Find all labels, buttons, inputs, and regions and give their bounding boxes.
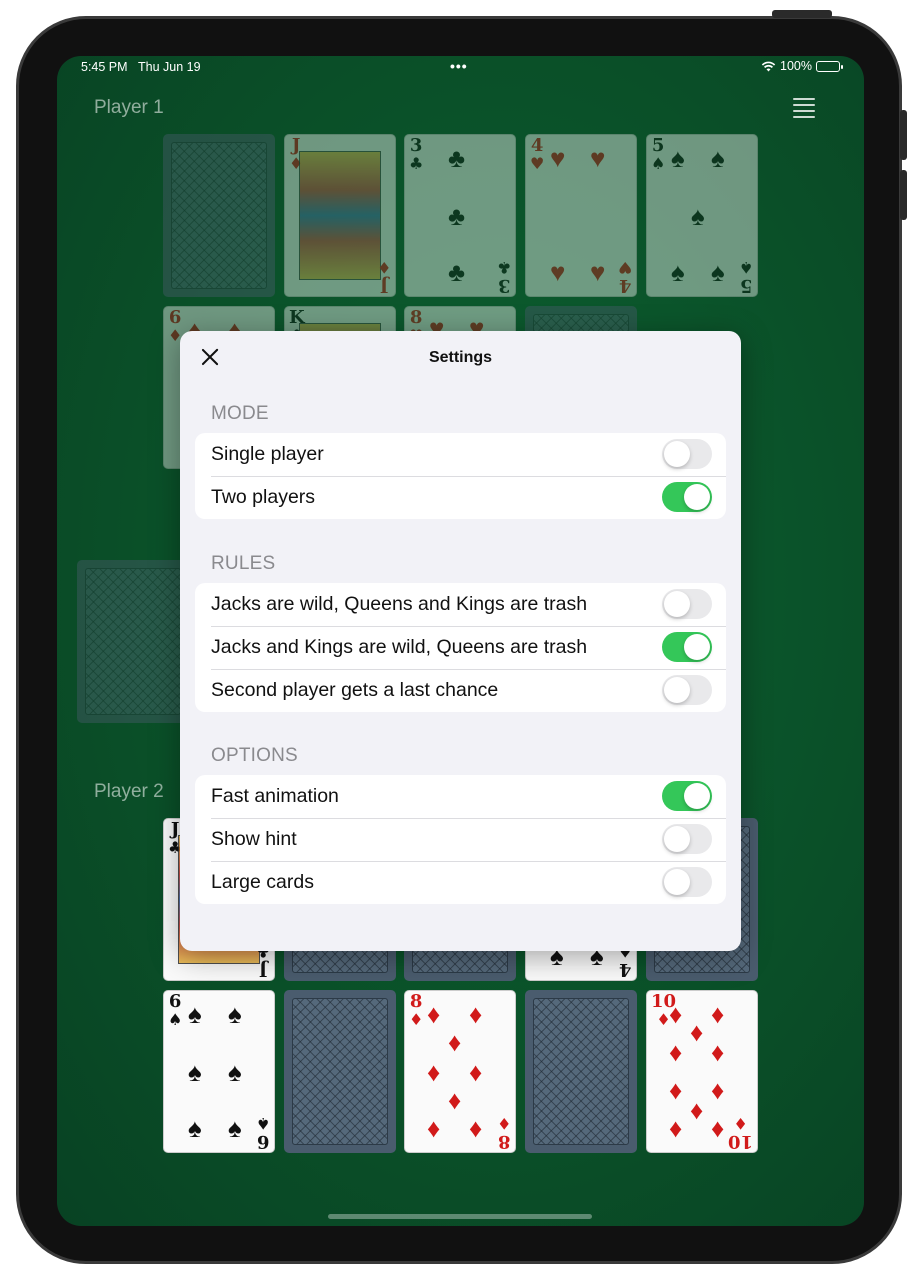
settings-modal: Settings MODE Single player Two players … <box>180 331 741 951</box>
toggle-jacks-wild-queens-kings-trash[interactable] <box>662 589 712 619</box>
row-label: Two players <box>211 486 316 508</box>
wifi-icon <box>761 61 776 71</box>
row-label: Show hint <box>211 828 297 850</box>
top-button <box>772 10 832 18</box>
toggle-jacks-kings-wild-queens-trash[interactable] <box>662 632 712 662</box>
card-5-spades[interactable]: 5 ♠ ♠ ♠ ♠ ♠ ♠ 5 ♠ <box>646 134 758 297</box>
player1-label: Player 1 <box>94 97 164 118</box>
card-back[interactable] <box>525 990 637 1153</box>
card-3-clubs[interactable]: 3 ♣ ♣ ♣ ♣ 3 ♣ <box>404 134 516 297</box>
modal-title: Settings <box>428 349 493 366</box>
card-6-spades[interactable]: 6 ♠ ♠ ♠ ♠ ♠ ♠ ♠ 6 ♠ <box>163 990 275 1153</box>
section-header-rules: RULES <box>211 553 276 574</box>
volume-up-button <box>900 110 907 160</box>
row-single-player[interactable]: Single player <box>195 433 726 476</box>
group-rules: Jacks are wild, Queens and Kings are tra… <box>195 583 726 712</box>
card-jack-diamonds[interactable]: J ♦ J ♦ <box>284 134 396 297</box>
row-two-players[interactable]: Two players <box>195 476 726 519</box>
card-8-diamonds[interactable]: 8 ♦ ♦ ♦ ♦ ♦ ♦ ♦ ♦ ♦ 8 ♦ <box>404 990 516 1153</box>
battery-icon <box>816 60 843 72</box>
toggle-second-player-last-chance[interactable] <box>662 675 712 705</box>
row-large-cards[interactable]: Large cards <box>195 861 726 904</box>
toggle-single-player[interactable] <box>662 439 712 469</box>
draw-pile[interactable] <box>77 560 189 723</box>
multitasking-dots-icon[interactable]: ••• <box>450 58 468 74</box>
home-indicator[interactable] <box>328 1214 592 1219</box>
group-mode: Single player Two players <box>195 433 726 519</box>
card-back[interactable] <box>163 134 275 297</box>
row-label: Jacks and Kings are wild, Queens are tra… <box>211 636 588 658</box>
battery-percent: 100% <box>780 59 812 73</box>
row-label: Second player gets a last chance <box>211 679 499 701</box>
menu-icon[interactable] <box>793 98 815 118</box>
row-label: Fast animation <box>211 785 339 807</box>
card-10-diamonds[interactable]: 10 ♦ ♦ ♦ ♦ ♦ ♦ ♦ ♦ ♦ ♦ ♦ 10 ♦ <box>646 990 758 1153</box>
status-right: 100% <box>761 59 843 73</box>
toggle-fast-animation[interactable] <box>662 781 712 811</box>
status-bar: 5:45 PM Thu Jun 19 ••• 100% <box>57 56 864 78</box>
row-show-hint[interactable]: Show hint <box>195 818 726 861</box>
section-header-mode: MODE <box>211 403 269 424</box>
status-time: 5:45 PM Thu Jun 19 <box>81 60 201 74</box>
row-label: Large cards <box>211 871 314 893</box>
toggle-show-hint[interactable] <box>662 824 712 854</box>
row-label: Jacks are wild, Queens and Kings are tra… <box>211 593 588 615</box>
row-jacks-kings-wild-queens-trash[interactable]: Jacks and Kings are wild, Queens are tra… <box>195 626 726 669</box>
volume-down-button <box>900 170 907 220</box>
row-label: Single player <box>211 443 324 465</box>
row-second-player-last-chance[interactable]: Second player gets a last chance <box>195 669 726 712</box>
toggle-two-players[interactable] <box>662 482 712 512</box>
card-4-hearts[interactable]: 4 ♥ ♥ ♥ ♥ ♥ 4 ♥ <box>525 134 637 297</box>
row-fast-animation[interactable]: Fast animation <box>195 775 726 818</box>
group-options: Fast animation Show hint Large cards <box>195 775 726 904</box>
player2-label: Player 2 <box>94 781 164 802</box>
toggle-large-cards[interactable] <box>662 867 712 897</box>
section-header-options: OPTIONS <box>211 745 298 766</box>
screen: 5:45 PM Thu Jun 19 ••• 100% Player 1 J ♦ … <box>57 56 864 1226</box>
card-back[interactable] <box>284 990 396 1153</box>
row-jacks-wild-queens-kings-trash[interactable]: Jacks are wild, Queens and Kings are tra… <box>195 583 726 626</box>
